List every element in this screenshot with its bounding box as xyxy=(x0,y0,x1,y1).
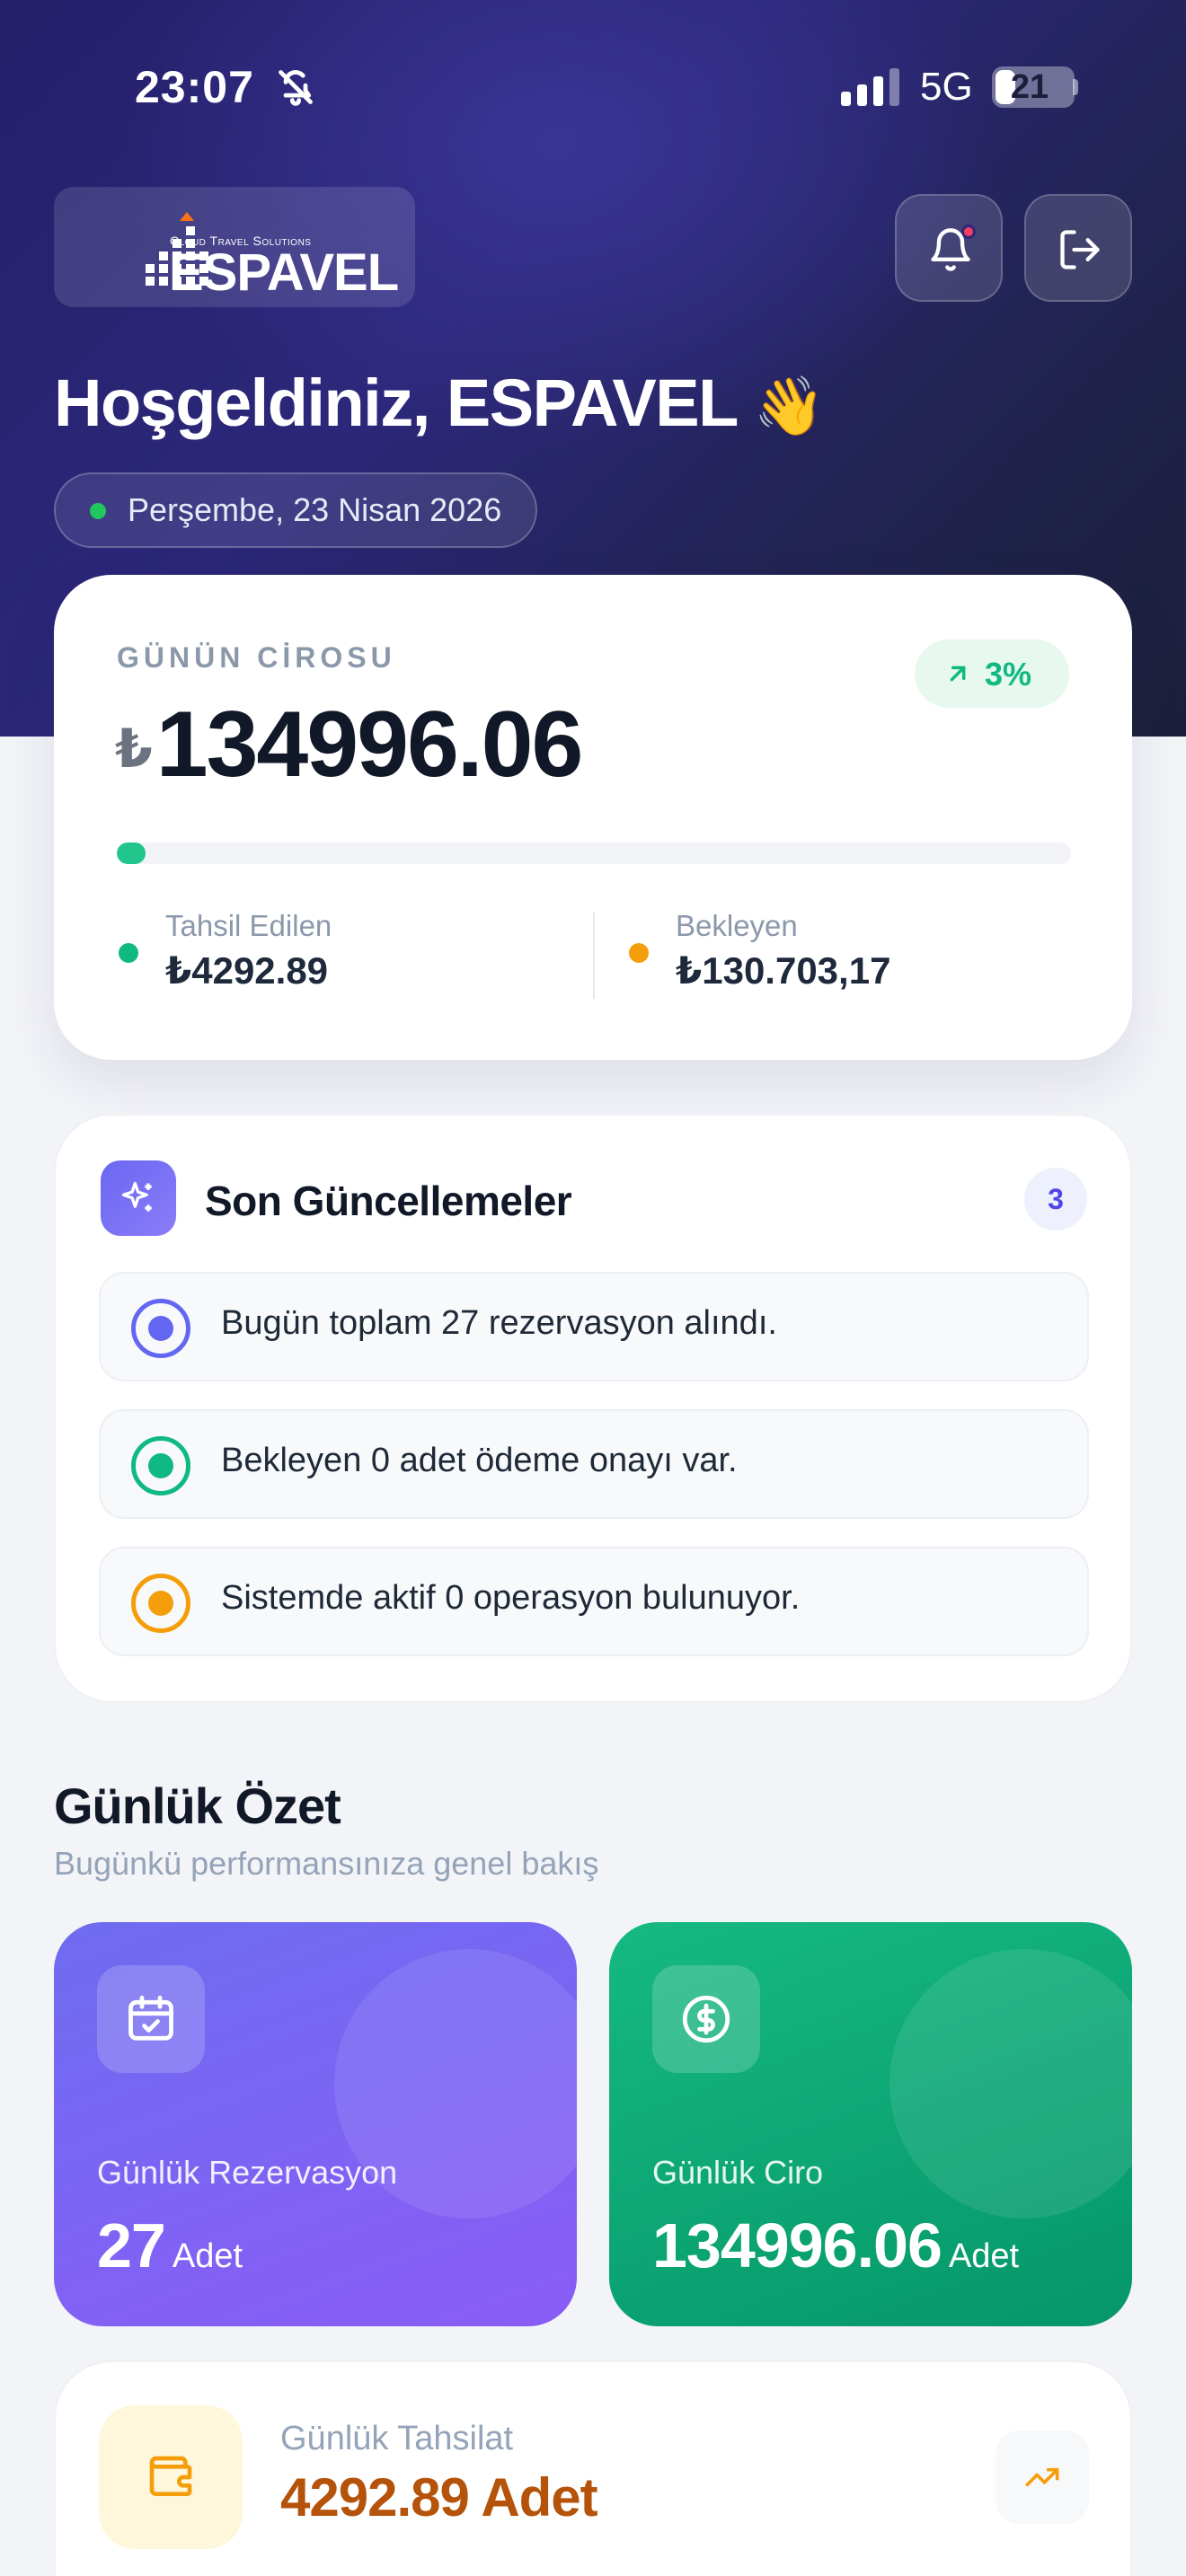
revenue-tile-label: Günlük Ciro xyxy=(652,2154,824,2191)
logout-button[interactable] xyxy=(1024,194,1132,302)
live-dot xyxy=(90,503,106,519)
notification-dot xyxy=(961,225,976,239)
daily-revenue-tile[interactable]: Günlük Ciro 134996.06 Adet xyxy=(609,1922,1132,2326)
calendar-badge xyxy=(97,1965,205,2073)
battery-cap xyxy=(1073,79,1078,95)
summary-title: Günlük Özet xyxy=(54,1778,341,1834)
reservations-value: 27 xyxy=(97,2210,166,2280)
dollar-circle-icon xyxy=(682,1995,730,2043)
reservations-unit: Adet xyxy=(172,2237,243,2275)
sparkles-badge xyxy=(101,1160,176,1236)
network-type: 5G xyxy=(920,65,973,109)
trend-value: 3% xyxy=(985,656,1032,693)
status-time: 23:07 xyxy=(135,62,254,112)
logo-wordmark: ESPAVEL xyxy=(169,243,399,302)
wave-emoji: 👋 xyxy=(753,374,826,438)
status-ring-icon xyxy=(131,1299,190,1358)
date-pill: Perşembe, 23 Nisan 2026 xyxy=(54,472,538,548)
collection-value: 4292.89 Adet xyxy=(280,2467,598,2527)
update-item[interactable]: Bekleyen 0 adet ödeme onayı var. xyxy=(99,1409,1089,1519)
updates-title: Son Güncellemeler xyxy=(205,1178,572,1224)
calendar-check-icon xyxy=(128,1995,173,2041)
revenue-label: GÜNÜN CİROSU xyxy=(117,641,396,674)
bell-muted-icon xyxy=(279,70,313,106)
stat-divider xyxy=(593,913,595,999)
update-text: Sistemde aktif 0 operasyon bulunuyor. xyxy=(221,1579,801,1617)
reservations-value-row: 27 Adet xyxy=(97,2210,243,2281)
decor-circle xyxy=(890,1949,1132,2219)
daily-collection-card[interactable]: Günlük Tahsilat 4292.89 Adet xyxy=(54,2360,1132,2576)
brand-logo[interactable]: Cloud Travel Solutions ESPAVEL xyxy=(54,187,415,307)
status-ring-icon xyxy=(131,1436,190,1495)
status-ring-icon xyxy=(131,1574,190,1633)
daily-reservations-tile[interactable]: Günlük Rezervasyon 27 Adet xyxy=(54,1922,577,2326)
pending-dot xyxy=(629,943,649,963)
update-item[interactable]: Sistemde aktif 0 operasyon bulunuyor. xyxy=(99,1547,1089,1656)
revenue-tile-unit: Adet xyxy=(948,2237,1020,2275)
summary-subtitle: Bugünkü performansınıza genel bakış xyxy=(54,1845,599,1882)
logout-icon xyxy=(1060,230,1100,269)
trend-badge: 3% xyxy=(915,640,1069,708)
dollar-badge xyxy=(652,1965,760,2073)
wallet-badge xyxy=(99,2405,243,2549)
welcome-heading: Hoşgeldiniz, ESPAVEL 👋 xyxy=(54,365,826,441)
signal-icon xyxy=(841,68,899,106)
arrow-up-right-icon xyxy=(950,666,966,682)
reservations-label: Günlük Rezervasyon xyxy=(97,2154,398,2191)
pending-label: Bekleyen xyxy=(676,909,798,942)
wallet-icon xyxy=(149,2456,192,2496)
battery-icon: 21 xyxy=(992,66,1075,108)
collected-label: Tahsil Edilen xyxy=(165,909,332,942)
update-item[interactable]: Bugün toplam 27 rezervasyon alındı. xyxy=(99,1272,1089,1381)
collection-progress-bar xyxy=(117,842,1071,864)
currency-symbol: ₺ xyxy=(115,719,153,779)
battery-level: 21 xyxy=(1010,68,1049,106)
revenue-value: 134996.06 xyxy=(155,693,584,797)
recent-updates-card: Son Güncellemeler 3 Bugün toplam 27 reze… xyxy=(54,1114,1132,1703)
collected-dot xyxy=(119,943,138,963)
trend-button[interactable] xyxy=(996,2430,1089,2524)
collection-label: Günlük Tahsilat xyxy=(280,2420,514,2457)
date-text: Perşembe, 23 Nisan 2026 xyxy=(128,491,502,528)
update-text: Bugün toplam 27 rezervasyon alındı. xyxy=(221,1304,777,1342)
pending-value: ₺130.703,17 xyxy=(676,949,891,992)
collected-value: ₺4292.89 xyxy=(165,949,329,992)
trending-up-icon xyxy=(1025,2467,1059,2487)
sparkles-icon xyxy=(121,1181,152,1212)
revenue-tile-value-row: 134996.06 Adet xyxy=(652,2210,1019,2281)
collection-progress-fill xyxy=(117,842,146,864)
update-text: Bekleyen 0 adet ödeme onayı var. xyxy=(221,1442,738,1479)
revenue-amount: ₺134996.06 xyxy=(115,692,584,798)
daily-revenue-card[interactable]: GÜNÜN CİROSU 3% ₺134996.06 Tahsil Edilen… xyxy=(54,575,1132,1060)
notifications-button[interactable] xyxy=(895,194,1003,302)
updates-count-badge: 3 xyxy=(1024,1168,1087,1231)
revenue-tile-value: 134996.06 xyxy=(652,2210,943,2280)
welcome-text: Hoşgeldiniz, ESPAVEL xyxy=(54,366,738,440)
